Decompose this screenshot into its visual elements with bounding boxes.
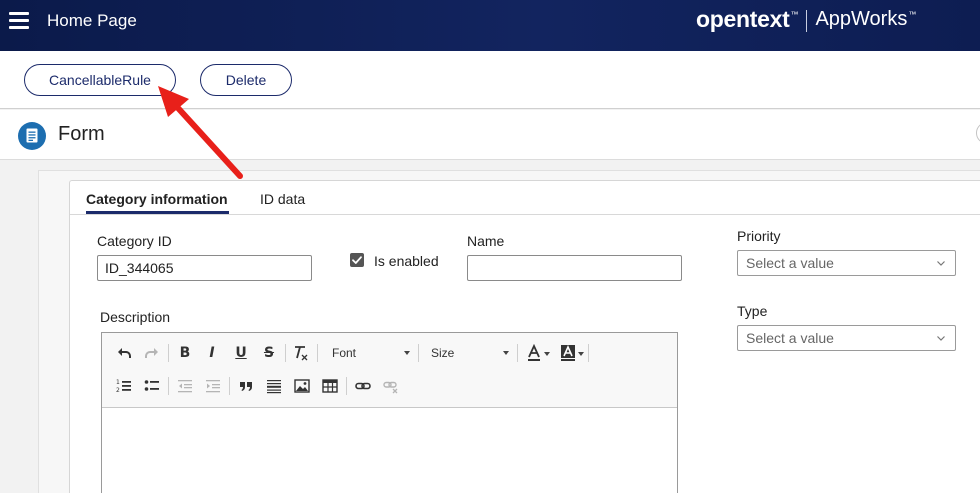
size-dropdown-label: Size: [431, 346, 455, 360]
priority-label: Priority: [737, 228, 781, 244]
form-document-icon: [18, 122, 46, 150]
size-dropdown[interactable]: Size: [431, 343, 509, 363]
chevron-down-icon: [544, 352, 550, 356]
chevron-down-icon: [404, 351, 410, 355]
italic-icon[interactable]: I: [201, 342, 223, 364]
link-icon[interactable]: [352, 375, 374, 397]
strikethrough-icon[interactable]: S: [258, 342, 280, 364]
action-toolbar: CancellableRule Delete: [0, 51, 980, 109]
font-dropdown[interactable]: Font: [332, 343, 410, 363]
name-label: Name: [467, 233, 505, 249]
image-icon[interactable]: [291, 375, 313, 397]
brand-separator: [806, 10, 808, 32]
numbered-list-icon[interactable]: 12: [113, 375, 135, 397]
priority-select[interactable]: Select a value: [737, 250, 956, 276]
table-icon[interactable]: [319, 375, 341, 397]
decrease-indent-icon[interactable]: [174, 375, 196, 397]
chevron-down-icon: [578, 352, 584, 356]
is-enabled-label: Is enabled: [374, 253, 439, 269]
app-header: Home Page opentext ™ AppWorks ™: [0, 0, 980, 51]
redo-icon[interactable]: [141, 342, 163, 364]
brand-logo: opentext ™ AppWorks ™: [696, 6, 916, 36]
priority-placeholder: Select a value: [746, 255, 834, 271]
bulleted-list-icon[interactable]: [141, 375, 163, 397]
unlink-icon[interactable]: [380, 375, 402, 397]
cancellable-rule-button[interactable]: CancellableRule: [24, 64, 176, 96]
delete-button[interactable]: Delete: [200, 64, 292, 96]
font-dropdown-label: Font: [332, 346, 357, 360]
increase-indent-icon[interactable]: [202, 375, 224, 397]
brand-trademark: ™: [790, 10, 799, 19]
editor-toolbar: B I U S Font Size 12: [102, 333, 677, 408]
active-tab-indicator: [86, 211, 229, 214]
chevron-down-icon: [937, 336, 945, 341]
editor-content-area[interactable]: [102, 409, 677, 493]
type-placeholder: Select a value: [746, 330, 834, 346]
toolbar-separator: [229, 377, 230, 395]
product-trademark: ™: [908, 10, 917, 19]
chevron-down-icon: [937, 261, 945, 266]
tab-category-information[interactable]: Category information: [86, 191, 228, 207]
description-label: Description: [100, 309, 171, 325]
product-name: AppWorks: [815, 8, 908, 30]
form-header: Form: [0, 110, 980, 160]
toolbar-separator: [168, 377, 169, 395]
toolbar-separator: [588, 344, 589, 362]
brand-name: opentext: [696, 6, 790, 32]
is-enabled-checkbox[interactable]: [350, 253, 364, 267]
chevron-down-icon: [503, 351, 509, 355]
text-color-icon[interactable]: [523, 342, 545, 364]
svg-text:1: 1: [116, 379, 120, 386]
page-title: Home Page: [47, 11, 137, 30]
toolbar-separator: [517, 344, 518, 362]
hamburger-menu-icon[interactable]: [9, 12, 29, 29]
toolbar-separator: [346, 377, 347, 395]
undo-icon[interactable]: [113, 342, 135, 364]
toolbar-separator: [418, 344, 419, 362]
form-title: Form: [58, 123, 105, 145]
toolbar-separator: [317, 344, 318, 362]
horizontal-line-icon[interactable]: [263, 375, 285, 397]
category-id-input[interactable]: [97, 255, 312, 281]
svg-text:2: 2: [116, 387, 120, 394]
type-label: Type: [737, 303, 768, 319]
remove-format-icon[interactable]: [290, 342, 312, 364]
tab-id-data[interactable]: ID data: [260, 191, 305, 207]
category-id-label: Category ID: [97, 233, 172, 249]
form-options-icon[interactable]: [976, 122, 980, 144]
type-select[interactable]: Select a value: [737, 325, 956, 351]
checkmark-icon: [352, 256, 362, 264]
name-input[interactable]: [467, 255, 682, 281]
background-color-icon[interactable]: [557, 342, 579, 364]
description-editor: B I U S Font Size 12: [101, 332, 678, 493]
blockquote-icon[interactable]: [235, 375, 257, 397]
tab-strip: Category information ID data: [70, 181, 980, 215]
bold-icon[interactable]: B: [174, 342, 196, 364]
toolbar-separator: [168, 344, 169, 362]
underline-icon[interactable]: U: [230, 342, 252, 364]
toolbar-separator: [285, 344, 286, 362]
